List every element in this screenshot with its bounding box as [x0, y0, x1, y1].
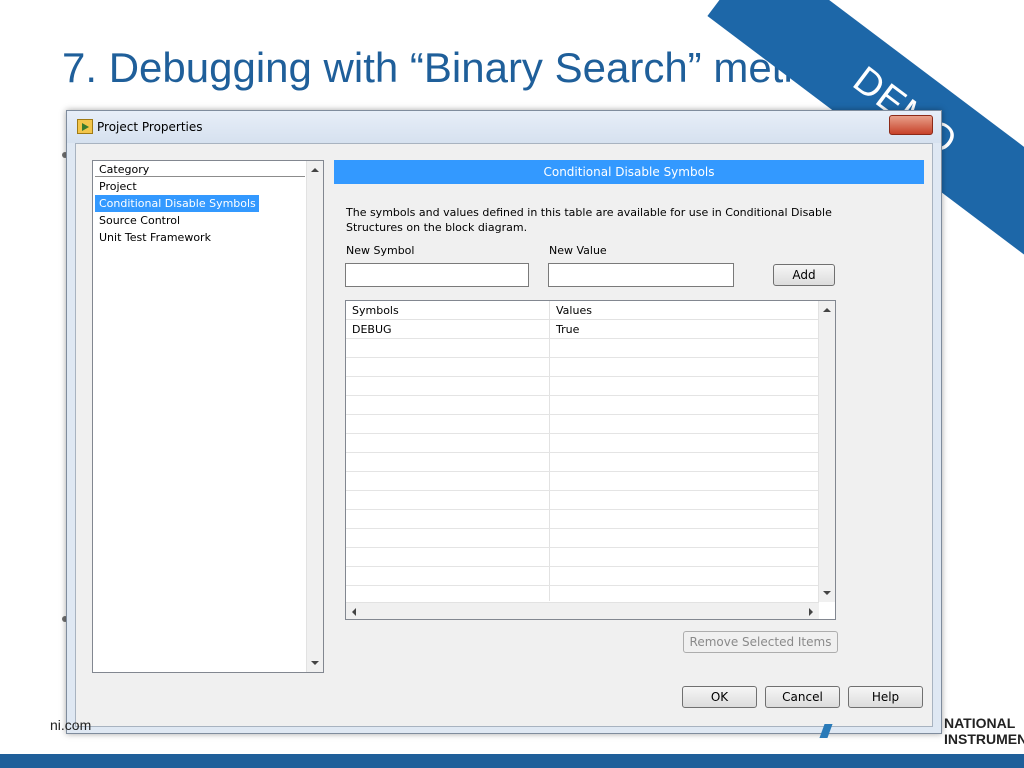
column-header-values[interactable]: Values [556, 301, 592, 320]
table-horizontal-scrollbar[interactable] [346, 602, 819, 619]
scroll-up-arrow-icon[interactable] [823, 308, 831, 312]
table-cell-value: True [556, 323, 580, 336]
column-header-symbols[interactable]: Symbols [352, 301, 399, 320]
labview-project-icon [77, 119, 93, 134]
table-row[interactable] [346, 453, 819, 472]
footer-brand-text: NATIONAL INSTRUMENTS [944, 715, 1024, 747]
bottom-accent-bar [0, 754, 1024, 768]
dialog-titlebar[interactable]: Project Properties [67, 111, 941, 143]
table-row[interactable] [346, 472, 819, 491]
table-row[interactable] [346, 396, 819, 415]
ok-button[interactable]: OK [682, 686, 757, 708]
footer-url: ni.com [50, 717, 92, 733]
table-row[interactable] [346, 377, 819, 396]
scroll-up-arrow-icon[interactable] [311, 168, 319, 172]
category-item-label: Source Control [99, 214, 181, 227]
category-header: Category [95, 162, 305, 177]
symbols-table[interactable]: Symbols Values DEBUG True [345, 300, 836, 620]
category-item-label: Project [99, 180, 137, 193]
category-item[interactable]: Source Control [95, 212, 305, 229]
dialog-title: Project Properties [97, 120, 203, 134]
add-button[interactable]: Add [773, 264, 835, 286]
category-list[interactable]: Category Project Conditional Disable Symb… [92, 160, 324, 673]
new-value-input[interactable] [548, 263, 734, 287]
slide-title: 7. Debugging with “Binary Search” method [62, 44, 854, 91]
table-header: Symbols Values [346, 301, 819, 320]
dialog-client-area: Category Project Conditional Disable Symb… [75, 143, 933, 727]
table-row[interactable] [346, 491, 819, 510]
table-row[interactable] [346, 586, 819, 600]
category-scrollbar[interactable] [306, 161, 323, 672]
table-row[interactable] [346, 510, 819, 529]
table-row[interactable] [346, 434, 819, 453]
table-row[interactable] [346, 567, 819, 586]
table-body: DEBUG True [346, 320, 819, 600]
table-row[interactable] [346, 358, 819, 377]
category-item-label: Unit Test Framework [99, 231, 211, 244]
help-button[interactable]: Help [848, 686, 923, 708]
category-item-label: Conditional Disable Symbols [95, 195, 259, 212]
new-symbol-label: New Symbol [346, 244, 415, 257]
table-row[interactable]: DEBUG True [346, 320, 819, 339]
section-description: The symbols and values defined in this t… [346, 206, 832, 234]
scroll-left-arrow-icon[interactable] [352, 608, 356, 616]
new-symbol-input[interactable] [345, 263, 529, 287]
table-row[interactable] [346, 415, 819, 434]
table-cell-symbol: DEBUG [352, 323, 392, 336]
section-title: Conditional Disable Symbols [334, 160, 924, 184]
category-items: Project Conditional Disable Symbols Source… [95, 178, 305, 246]
cancel-button[interactable]: Cancel [765, 686, 840, 708]
footer-brand: NATIONAL INSTRUMENTS™ [944, 715, 1024, 747]
scroll-down-arrow-icon[interactable] [311, 661, 319, 665]
table-vertical-scrollbar[interactable] [818, 301, 835, 602]
table-row[interactable] [346, 529, 819, 548]
remove-selected-items-button[interactable]: Remove Selected Items [683, 631, 838, 653]
table-row[interactable] [346, 339, 819, 358]
category-item[interactable]: Project [95, 178, 305, 195]
scroll-down-arrow-icon[interactable] [823, 591, 831, 595]
close-button[interactable] [889, 115, 933, 135]
category-item[interactable]: Unit Test Framework [95, 229, 305, 246]
scroll-right-arrow-icon[interactable] [809, 608, 813, 616]
new-value-label: New Value [549, 244, 607, 257]
project-properties-dialog: Project Properties Category Project Condi… [66, 110, 942, 734]
category-item[interactable]: Conditional Disable Symbols [95, 195, 305, 212]
table-row[interactable] [346, 548, 819, 567]
